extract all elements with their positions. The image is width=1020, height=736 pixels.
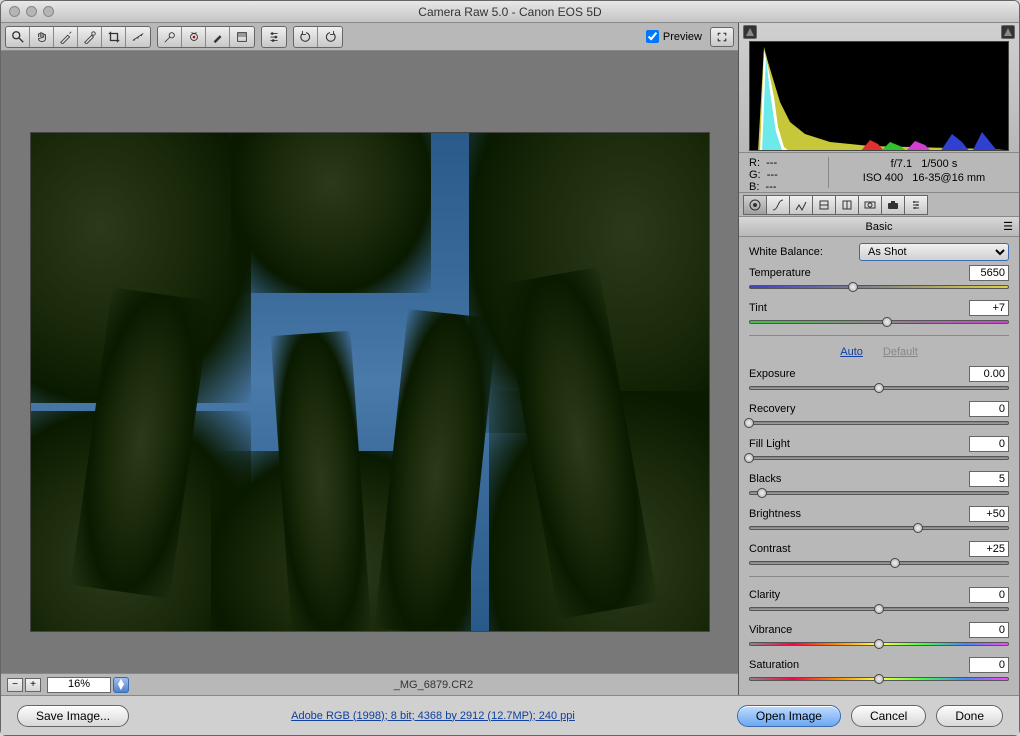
- contrast-label: Contrast: [749, 543, 969, 555]
- saturation-input[interactable]: [969, 657, 1009, 673]
- tint-slider[interactable]: [749, 317, 1009, 327]
- minimize-traffic-light[interactable]: [26, 6, 37, 17]
- tab-detail-icon[interactable]: [789, 195, 813, 215]
- clarity-input[interactable]: [969, 587, 1009, 603]
- filename-label: _MG_6879.CR2: [135, 679, 732, 691]
- close-traffic-light[interactable]: [9, 6, 20, 17]
- zoom-level-select[interactable]: 16%: [47, 677, 111, 693]
- contrast-slider[interactable]: [749, 558, 1009, 568]
- tint-label: Tint: [749, 302, 969, 314]
- rotate-ccw-icon[interactable]: [294, 27, 318, 47]
- temperature-input[interactable]: [969, 265, 1009, 281]
- panel-menu-icon[interactable]: ☰: [1003, 220, 1013, 233]
- temperature-slider[interactable]: [749, 282, 1009, 292]
- vibrance-input[interactable]: [969, 622, 1009, 638]
- red-eye-tool-icon[interactable]: [182, 27, 206, 47]
- temperature-label: Temperature: [749, 267, 969, 279]
- tab-split-toning-icon[interactable]: [835, 195, 859, 215]
- tab-lens-corrections-icon[interactable]: [858, 195, 882, 215]
- zoom-out-button[interactable]: −: [7, 678, 23, 692]
- zoom-tool-icon[interactable]: [6, 27, 30, 47]
- preview-checkbox[interactable]: Preview: [646, 30, 702, 43]
- zoom-stepper-icon[interactable]: ▲▼: [113, 677, 129, 693]
- clarity-label: Clarity: [749, 589, 969, 601]
- histogram-chart: [749, 41, 1009, 151]
- blacks-slider[interactable]: [749, 488, 1009, 498]
- white-balance-select[interactable]: As Shot: [859, 243, 1009, 261]
- save-image-button[interactable]: Save Image...: [17, 705, 129, 727]
- tab-basic-icon[interactable]: [743, 195, 767, 215]
- brightness-input[interactable]: [969, 506, 1009, 522]
- color-sampler-tool-icon[interactable]: [78, 27, 102, 47]
- blacks-label: Blacks: [749, 473, 969, 485]
- auto-link[interactable]: Auto: [840, 346, 863, 358]
- filllight-input[interactable]: [969, 436, 1009, 452]
- hand-tool-icon[interactable]: [30, 27, 54, 47]
- tab-presets-icon[interactable]: [904, 195, 928, 215]
- spot-removal-tool-icon[interactable]: [158, 27, 182, 47]
- rotate-cw-icon[interactable]: [318, 27, 342, 47]
- contrast-input[interactable]: [969, 541, 1009, 557]
- exposure-label: Exposure: [749, 368, 969, 380]
- workflow-options-link[interactable]: Adobe RGB (1998); 8 bit; 4368 by 2912 (1…: [139, 710, 727, 722]
- brightness-label: Brightness: [749, 508, 969, 520]
- white-balance-label: White Balance:: [749, 246, 853, 258]
- exposure-input[interactable]: [969, 366, 1009, 382]
- fullscreen-toggle-icon[interactable]: [710, 27, 734, 47]
- zoom-in-button[interactable]: +: [25, 678, 41, 692]
- vibrance-slider[interactable]: [749, 639, 1009, 649]
- saturation-label: Saturation: [749, 659, 969, 671]
- top-toolbar: Preview: [1, 23, 738, 51]
- recovery-label: Recovery: [749, 403, 969, 415]
- default-link[interactable]: Default: [883, 346, 918, 358]
- exposure-slider[interactable]: [749, 383, 1009, 393]
- preferences-tool-icon[interactable]: [262, 27, 286, 47]
- vibrance-label: Vibrance: [749, 624, 969, 636]
- open-image-button[interactable]: Open Image: [737, 705, 841, 727]
- shadow-clip-warning-icon[interactable]: [743, 25, 757, 39]
- saturation-slider[interactable]: [749, 674, 1009, 684]
- tab-tone-curve-icon[interactable]: [766, 195, 790, 215]
- tint-input[interactable]: [969, 300, 1009, 316]
- adjustment-brush-tool-icon[interactable]: [206, 27, 230, 47]
- recovery-slider[interactable]: [749, 418, 1009, 428]
- crop-tool-icon[interactable]: [102, 27, 126, 47]
- clarity-slider[interactable]: [749, 604, 1009, 614]
- filllight-label: Fill Light: [749, 438, 969, 450]
- blacks-input[interactable]: [969, 471, 1009, 487]
- cancel-button[interactable]: Cancel: [851, 705, 926, 727]
- panel-title: Basic ☰: [739, 217, 1019, 237]
- window-titlebar: Camera Raw 5.0 - Canon EOS 5D: [1, 1, 1019, 23]
- done-button[interactable]: Done: [936, 705, 1003, 727]
- adjustment-tabs: [739, 193, 1019, 217]
- graduated-filter-tool-icon[interactable]: [230, 27, 254, 47]
- recovery-input[interactable]: [969, 401, 1009, 417]
- highlight-clip-warning-icon[interactable]: [1001, 25, 1015, 39]
- window-title: Camera Raw 5.0 - Canon EOS 5D: [418, 5, 601, 19]
- zoom-traffic-light[interactable]: [43, 6, 54, 17]
- image-preview[interactable]: [1, 51, 738, 673]
- brightness-slider[interactable]: [749, 523, 1009, 533]
- metadata-readout: R: --- G: --- B: --- f/7.1 1/500 s ISO 4…: [739, 153, 1019, 193]
- tab-hsl-icon[interactable]: [812, 195, 836, 215]
- preview-label: Preview: [663, 31, 702, 43]
- histogram-panel: [739, 23, 1019, 153]
- filllight-slider[interactable]: [749, 453, 1009, 463]
- tab-camera-calibration-icon[interactable]: [881, 195, 905, 215]
- white-balance-tool-icon[interactable]: [54, 27, 78, 47]
- straighten-tool-icon[interactable]: [126, 27, 150, 47]
